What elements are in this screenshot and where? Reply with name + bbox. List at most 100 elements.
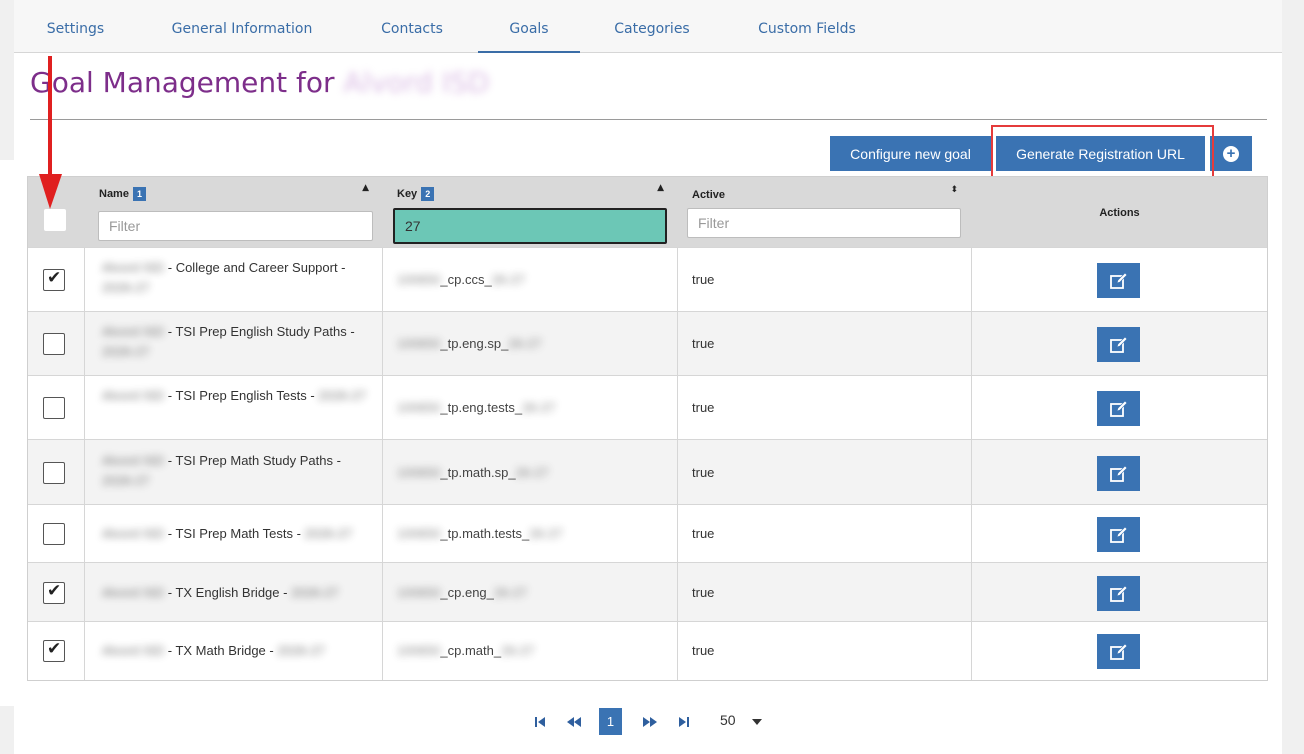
row-checkbox[interactable]: ✔ (43, 581, 65, 604)
tab-settings[interactable]: Settings (28, 0, 123, 52)
active-filter-input[interactable]: Filter (687, 208, 961, 238)
redacted-text: 100650 (397, 272, 441, 287)
redacted-text: Alvord ISD (102, 453, 165, 468)
sort-asc-icon[interactable]: ▲ (362, 183, 369, 193)
edit-goal-button[interactable] (1097, 263, 1140, 298)
actions-cell (972, 376, 1267, 440)
goal-active: true (692, 336, 715, 351)
goal-active: true (692, 526, 715, 541)
redacted-text: 2026-27 (318, 388, 366, 403)
key-cell: 100650_cp.ccs_26-27 (383, 248, 678, 312)
active-column-header[interactable]: Active ⬍ Filter (678, 177, 973, 247)
table-row: Alvord ISD - TSI Prep Math Tests - 2026-… (28, 504, 1267, 563)
edit-goal-button[interactable] (1097, 327, 1140, 362)
edit-goal-button[interactable] (1097, 391, 1140, 426)
key-filter-input[interactable]: 27 (393, 208, 667, 244)
plus-circle-icon: + (1223, 145, 1239, 162)
goal-key: 100650_tp.eng.sp_26-27 (397, 336, 542, 351)
goal-key: 100650_tp.eng.tests_26-27 (397, 400, 555, 415)
red-arrow-annotation (39, 56, 62, 209)
edit-goal-button[interactable] (1097, 517, 1140, 552)
page-size-select[interactable]: 50 (720, 712, 736, 728)
edit-goal-button[interactable] (1097, 576, 1140, 611)
name-cell: Alvord ISD - TX English Bridge - 2026-27 (85, 563, 383, 622)
edit-icon (1109, 585, 1127, 602)
checkmark-icon: ✔ (47, 581, 62, 601)
active-cell: true (678, 440, 972, 505)
goal-active: true (692, 400, 715, 415)
edit-icon (1109, 400, 1127, 417)
row-checkbox[interactable] (43, 523, 65, 545)
next-page-icon[interactable] (639, 708, 661, 735)
goal-name: Alvord ISD - TX Math Bridge - 2026-27 (102, 641, 372, 661)
table-row: Alvord ISD - TSI Prep English Tests - 20… (28, 375, 1267, 440)
goal-name: Alvord ISD - College and Career Support … (102, 258, 372, 298)
key-cell: 100650_tp.eng.sp_26-27 (383, 312, 678, 376)
actions-cell (972, 563, 1267, 622)
current-page-button[interactable]: 1 (599, 708, 622, 735)
actions-header-text: Actions (1099, 207, 1140, 219)
key-column-header[interactable]: Key 2 ▲ 27 (383, 177, 679, 247)
previous-page-icon[interactable] (563, 708, 585, 735)
key-cell: 100650_tp.eng.tests_26-27 (383, 376, 678, 440)
edit-goal-button[interactable] (1097, 634, 1140, 669)
goal-name-text: - TX English Bridge - (164, 585, 292, 600)
add-goal-button[interactable]: + (1210, 136, 1252, 171)
tab-general-information[interactable]: General Information (156, 0, 328, 52)
chevron-down-icon[interactable] (752, 719, 762, 725)
edit-goal-button[interactable] (1097, 456, 1140, 491)
name-column-label: Name 1 (99, 187, 146, 201)
redacted-text: 2026-27 (102, 280, 150, 295)
sort-asc-icon[interactable]: ▲ (657, 183, 664, 193)
tab-contacts[interactable]: Contacts (364, 0, 460, 52)
tab-bar: Settings General Information Contacts Go… (14, 0, 1282, 53)
goal-name-text: - TSI Prep Math Tests - (164, 526, 305, 541)
page-title-text: Goal Management for (30, 66, 335, 99)
row-checkbox[interactable] (43, 333, 65, 355)
row-checkbox[interactable] (43, 397, 65, 419)
goal-key-text: _tp.eng.tests_ (440, 400, 523, 415)
row-checkbox[interactable]: ✔ (43, 268, 65, 291)
redacted-text: 26-27 (501, 643, 535, 658)
goal-name: Alvord ISD - TSI Prep English Tests - 20… (102, 386, 372, 406)
goal-active: true (692, 465, 715, 480)
last-page-icon[interactable] (675, 708, 693, 735)
redacted-text: 2026-27 (102, 473, 150, 488)
tab-goals[interactable]: Goals (478, 0, 580, 53)
actions-cell (972, 440, 1267, 505)
edit-icon (1109, 526, 1127, 543)
sort-both-icon[interactable]: ⬍ (950, 185, 958, 195)
redacted-text: Alvord ISD (102, 585, 165, 600)
redacted-text: Alvord ISD (102, 388, 165, 403)
row-checkbox[interactable]: ✔ (43, 639, 65, 662)
tab-categories[interactable]: Categories (600, 0, 704, 52)
goal-name: Alvord ISD - TX English Bridge - 2026-27 (102, 583, 372, 603)
title-divider (30, 119, 1267, 120)
goal-name-text: - TSI Prep English Tests - (164, 388, 319, 403)
redacted-text: 100650 (397, 526, 441, 541)
goal-name-text: - TSI Prep Math Study Paths - (164, 453, 341, 468)
row-select-cell: ✔ (28, 563, 85, 622)
active-cell: true (678, 505, 972, 563)
edit-icon (1109, 465, 1127, 482)
row-select-cell: ✔ (28, 248, 85, 312)
goal-name: Alvord ISD - TSI Prep Math Study Paths -… (102, 451, 372, 491)
first-page-icon[interactable] (531, 708, 549, 735)
goal-name-text: - College and Career Support - (164, 260, 346, 275)
goal-key-text: _cp.eng_ (440, 585, 494, 600)
left-strip (0, 160, 14, 706)
name-header-text: Name (99, 188, 129, 200)
edit-icon (1109, 336, 1127, 353)
goal-name-text: - TSI Prep English Study Paths - (164, 324, 355, 339)
row-select-cell (28, 376, 85, 440)
name-filter-input[interactable]: Filter (98, 211, 373, 241)
redacted-text: 26-27 (491, 272, 525, 287)
name-sort-order-badge: 1 (132, 187, 146, 201)
configure-new-goal-button[interactable]: Configure new goal (830, 136, 991, 171)
goal-active: true (692, 272, 715, 287)
tab-custom-fields[interactable]: Custom Fields (744, 0, 870, 52)
active-cell: true (678, 622, 972, 680)
name-column-header[interactable]: Name 1 ▲ Filter (85, 177, 384, 247)
row-checkbox[interactable] (43, 462, 65, 484)
key-header-text: Key (397, 188, 418, 200)
